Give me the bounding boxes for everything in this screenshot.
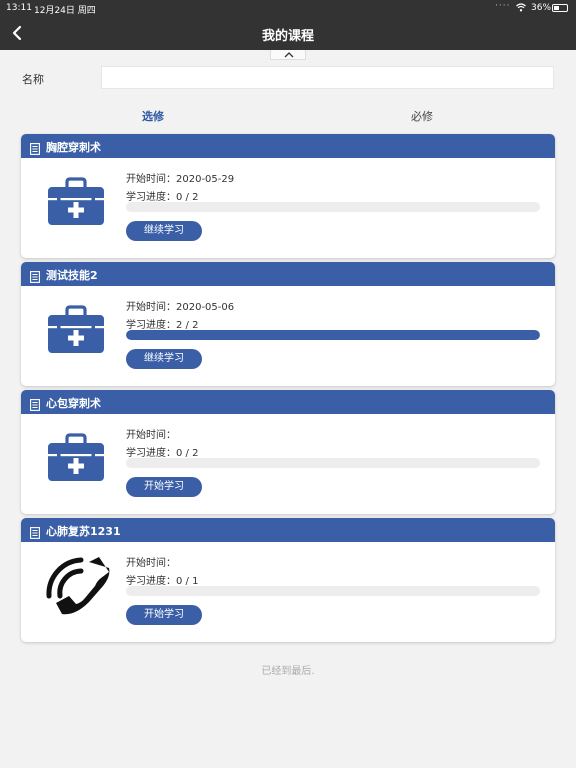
nav-bar: 我的课程 (0, 16, 576, 50)
progress-text: 学习进度：0 / 1 (126, 576, 199, 587)
document-icon (30, 140, 40, 155)
progress-bar (126, 202, 540, 212)
status-time: 13:11 (6, 3, 32, 13)
course-card-header: 测试技能2 (21, 262, 555, 286)
progress-text: 学习进度：0 / 2 (126, 448, 199, 459)
tab-required[interactable]: 必修 (411, 108, 433, 124)
medical-kit-icon (47, 305, 105, 355)
study-button[interactable]: 继续学习 (126, 349, 202, 369)
wifi-icon (516, 3, 526, 12)
progress-bar (126, 330, 540, 340)
progress-text: 学习进度：2 / 2 (126, 320, 199, 331)
study-button[interactable]: 开始学习 (126, 477, 202, 497)
document-icon (30, 268, 40, 283)
course-card[interactable]: 心包穿刺术 开始时间： 学习进度：0 / 2 开始学习 (21, 390, 555, 514)
course-card-header: 胸腔穿刺术 (21, 134, 555, 158)
course-title: 测试技能2 (46, 269, 98, 282)
page-title: 我的课程 (261, 29, 314, 44)
chevron-up-icon (284, 52, 294, 58)
battery-percent: 36% (531, 3, 552, 13)
battery-icon (552, 4, 568, 12)
tab-elective[interactable]: 选修 (142, 108, 164, 124)
end-of-list-text: 已经到最后. (261, 666, 315, 677)
document-icon (30, 396, 40, 411)
course-title: 心肺复苏1231 (46, 525, 121, 538)
phone-icon (45, 556, 115, 616)
status-date: 12月24日 周四 (34, 6, 96, 16)
course-card-header: 心肺复苏1231 (21, 518, 555, 542)
progress-bar (126, 586, 540, 596)
name-search-input[interactable] (101, 66, 554, 89)
battery-fill (554, 6, 559, 10)
start-time: 开始时间：2020-05-06 (126, 302, 235, 313)
medical-kit-icon (47, 433, 105, 483)
course-title: 胸腔穿刺术 (46, 141, 101, 154)
document-icon (30, 524, 40, 539)
start-time: 开始时间： (126, 558, 176, 569)
course-card[interactable]: 心肺复苏1231 开始时间： 学习进度：0 / 1 开始学习 (21, 518, 555, 642)
collapse-search-button[interactable] (270, 50, 306, 60)
course-card-header: 心包穿刺术 (21, 390, 555, 414)
status-bar: 13:11 12月24日 周四 ···· 36% (0, 0, 576, 16)
study-button[interactable]: 继续学习 (126, 221, 202, 241)
course-title: 心包穿刺术 (46, 397, 101, 410)
start-time: 开始时间： (126, 430, 176, 441)
medical-kit-icon (47, 177, 105, 227)
progress-text: 学习进度：0 / 2 (126, 192, 199, 203)
start-time: 开始时间：2020-05-29 (126, 174, 235, 185)
signal-dots-icon: ···· (495, 1, 511, 11)
search-label: 名称 (22, 73, 44, 86)
progress-bar (126, 458, 540, 468)
course-card[interactable]: 胸腔穿刺术 开始时间：2020-05-29 学习进度：0 / 2 继续学习 (21, 134, 555, 258)
study-button[interactable]: 开始学习 (126, 605, 202, 625)
course-card[interactable]: 测试技能2 开始时间：2020-05-06 学习进度：2 / 2 继续学习 (21, 262, 555, 386)
progress-bar-fill (126, 330, 540, 340)
